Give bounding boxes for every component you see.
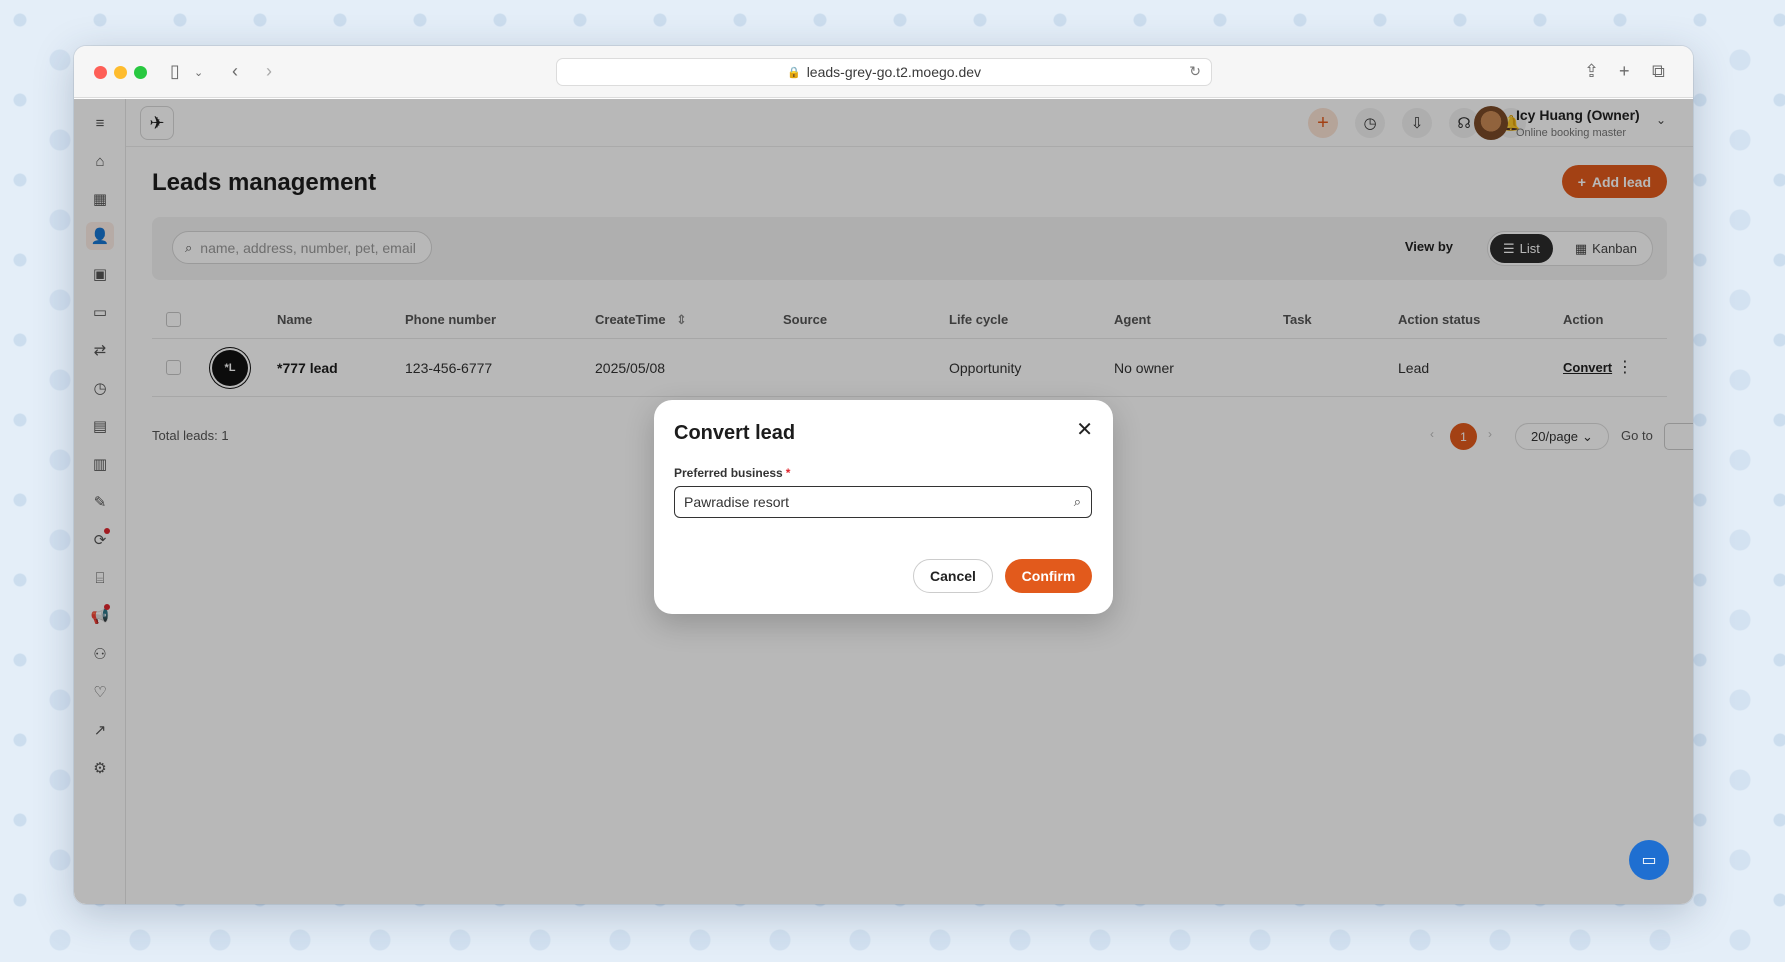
reload-icon[interactable]: ↻ [1189, 63, 1201, 80]
preferred-business-label: Preferred business * [674, 466, 790, 480]
close-window-button[interactable] [94, 66, 107, 79]
new-tab-icon[interactable]: + [1619, 60, 1630, 82]
close-icon[interactable]: ✕ [1076, 420, 1093, 440]
chevron-down-icon[interactable]: ⌄ [194, 62, 203, 84]
preferred-business-input[interactable]: Pawradise resort ⌕ [674, 486, 1092, 518]
required-mark: * [785, 466, 791, 480]
cancel-button[interactable]: Cancel [913, 559, 993, 593]
convert-lead-dialog: Convert lead ✕ Preferred business * Pawra… [654, 400, 1113, 614]
lock-icon: 🔒 [786, 66, 801, 79]
sidebar-toggle-icon[interactable]: ▯ [170, 60, 180, 82]
browser-window: ▯ ⌄ ‹ › 🔒 leads-grey-go.t2.moego.dev ↻ ⇪… [74, 46, 1693, 904]
address-bar[interactable]: 🔒 leads-grey-go.t2.moego.dev ↻ [556, 58, 1212, 86]
maximize-window-button[interactable] [134, 66, 147, 79]
browser-titlebar: ▯ ⌄ ‹ › 🔒 leads-grey-go.t2.moego.dev ↻ ⇪… [74, 46, 1693, 98]
search-icon: ⌕ [1073, 494, 1081, 509]
preferred-business-value: Pawradise resort [684, 494, 790, 510]
chat-icon[interactable]: ▭ [1629, 840, 1669, 880]
url-text: leads-grey-go.t2.moego.dev [806, 64, 982, 80]
back-icon[interactable]: ‹ [232, 60, 238, 82]
dialog-title: Convert lead [674, 422, 796, 444]
share-icon[interactable]: ⇪ [1584, 60, 1599, 82]
forward-icon[interactable]: › [266, 60, 272, 82]
minimize-window-button[interactable] [114, 66, 127, 79]
tabs-overview-icon[interactable]: ⧉ [1652, 60, 1665, 82]
field-label-text: Preferred business [674, 466, 783, 480]
confirm-button[interactable]: Confirm [1005, 559, 1092, 593]
